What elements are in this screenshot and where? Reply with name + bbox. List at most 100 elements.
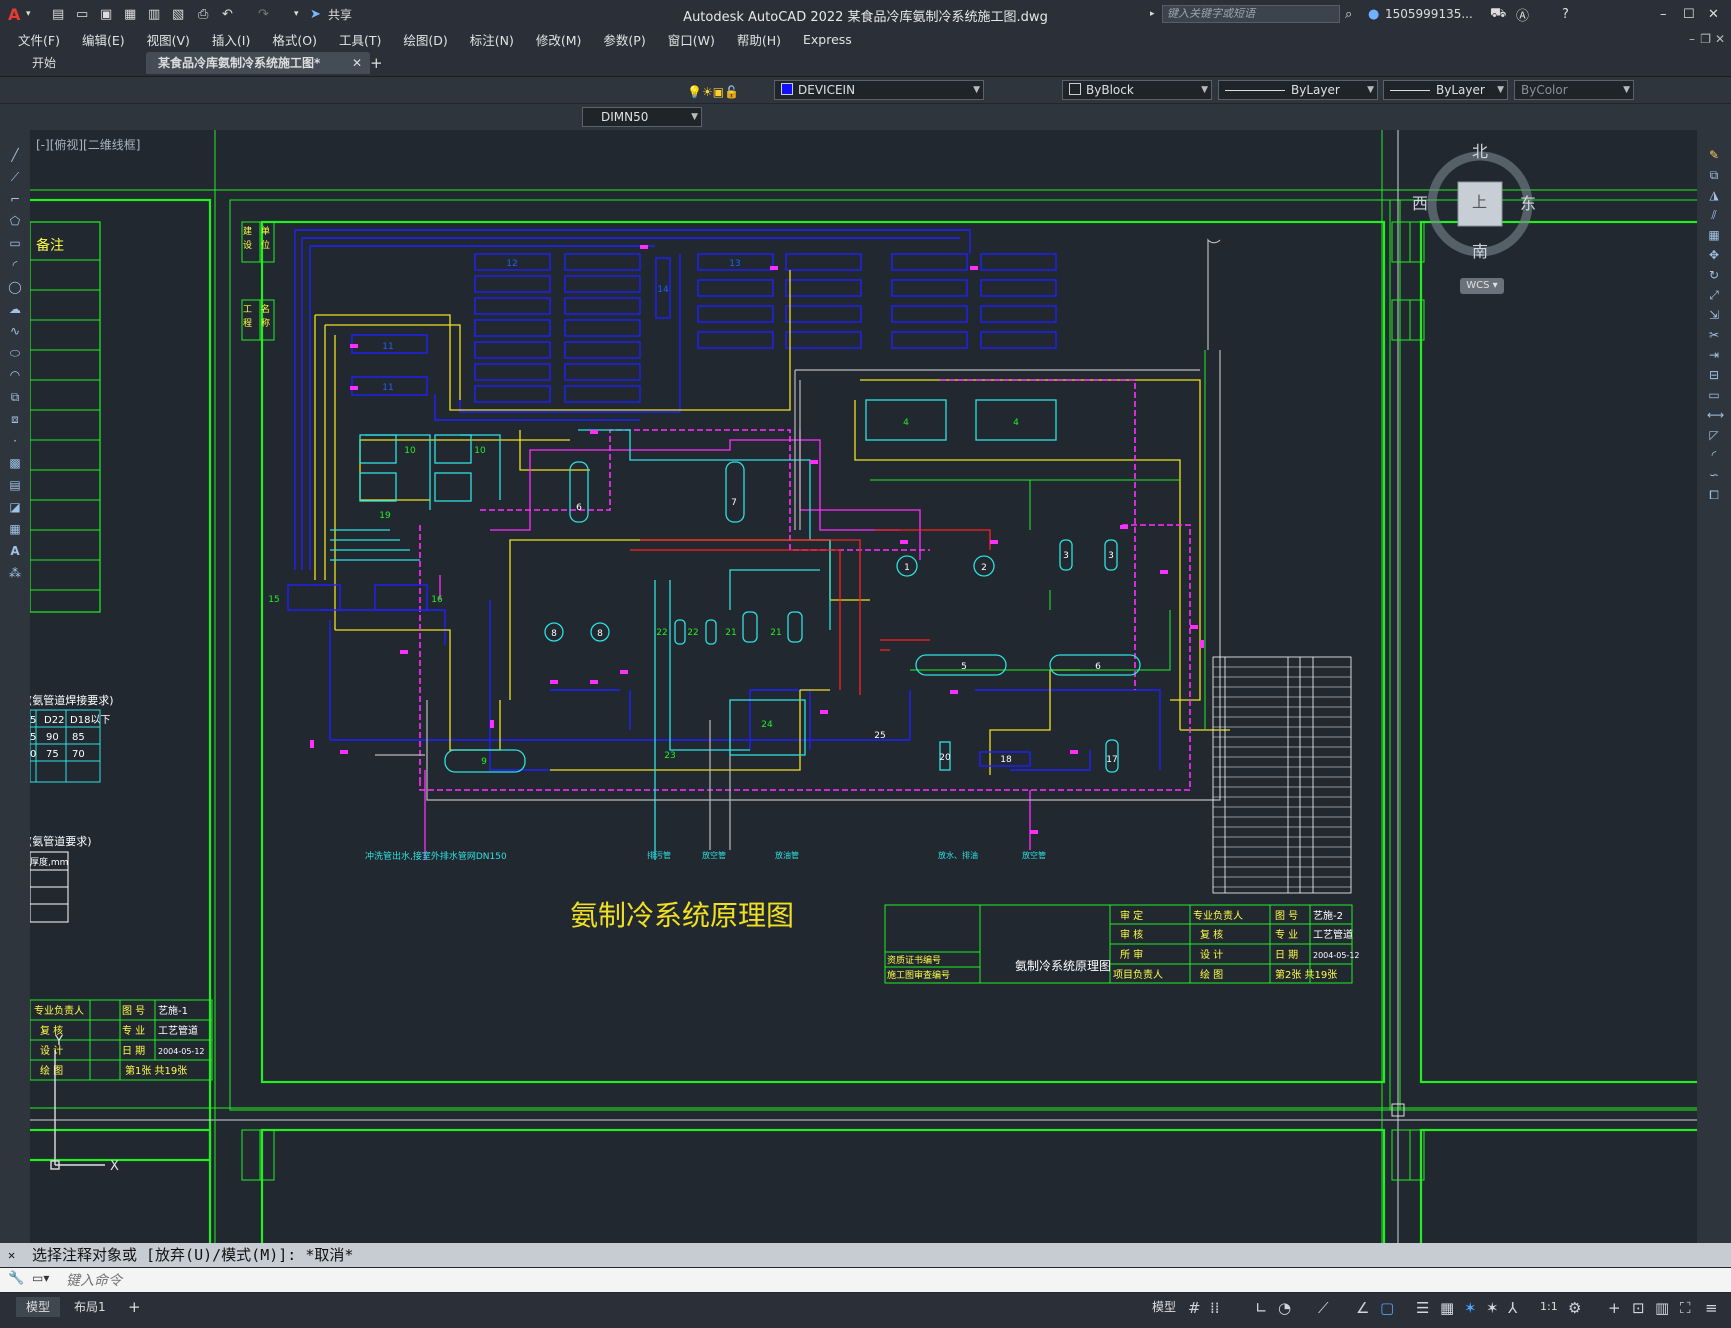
- polar-icon[interactable]: ◔: [1278, 1299, 1291, 1317]
- viewcube-east[interactable]: 东: [1520, 190, 1536, 214]
- line-tool-icon[interactable]: ╱: [8, 148, 22, 162]
- minimize-icon[interactable]: –: [1660, 4, 1667, 24]
- print-icon[interactable]: ⎙: [198, 4, 208, 24]
- extend-icon[interactable]: ⇥: [1707, 348, 1721, 362]
- break-icon[interactable]: ⊟: [1707, 368, 1721, 382]
- hatch-icon[interactable]: ▩: [8, 456, 22, 470]
- menu-draw[interactable]: 绘图(D): [392, 30, 458, 49]
- blend-icon[interactable]: ∽: [1707, 468, 1721, 482]
- user-icon[interactable]: ●: [1368, 4, 1379, 24]
- insert-block-icon[interactable]: ⧉: [8, 390, 22, 404]
- search-icon[interactable]: ⌕: [1345, 4, 1352, 24]
- share-icon[interactable]: ➤: [310, 4, 321, 24]
- ortho-icon[interactable]: ∟: [1255, 1299, 1268, 1317]
- color-dropdown[interactable]: ByBlock ▼: [1062, 80, 1212, 100]
- copy-icon[interactable]: ⧉: [1707, 168, 1721, 182]
- revcloud-icon[interactable]: ☁: [8, 302, 22, 316]
- new-file-icon[interactable]: ▤: [52, 4, 64, 24]
- annotation-scale-value[interactable]: 1:1: [1530, 1297, 1568, 1317]
- viewcube-west[interactable]: 西: [1412, 190, 1428, 214]
- array-icon[interactable]: ▦: [1707, 228, 1721, 242]
- undo-icon[interactable]: ↶: [222, 4, 233, 24]
- quick-properties-icon[interactable]: ▥: [1655, 1299, 1669, 1317]
- menu-file[interactable]: 文件(F): [0, 30, 71, 49]
- annotation-monitor-icon[interactable]: +: [1608, 1299, 1621, 1317]
- mtext-icon[interactable]: A: [8, 544, 22, 558]
- publish-icon[interactable]: ▥: [148, 4, 160, 24]
- scale-icon[interactable]: ⤢: [1707, 288, 1721, 302]
- chamfer-icon[interactable]: ◸: [1707, 428, 1721, 442]
- menu-help[interactable]: 帮助(H): [726, 30, 792, 49]
- spline-icon[interactable]: ∿: [8, 324, 22, 338]
- app-menu-chevron-icon[interactable]: ▾: [26, 4, 31, 24]
- table-icon[interactable]: ▦: [8, 522, 22, 536]
- rotate-icon[interactable]: ↻: [1707, 268, 1721, 282]
- save-as-icon[interactable]: ▦: [124, 4, 136, 24]
- lineweight-icon[interactable]: ☰: [1416, 1299, 1429, 1317]
- fillet-icon[interactable]: ◜: [1707, 448, 1721, 462]
- osnap-tracking-icon[interactable]: ∠: [1356, 1299, 1369, 1317]
- model-tab[interactable]: 模型: [16, 1297, 61, 1317]
- osnap-icon[interactable]: ▢: [1380, 1299, 1394, 1317]
- auto-scale-icon[interactable]: ✶: [1486, 1299, 1499, 1317]
- wcs-menu[interactable]: WCS ▾: [1460, 278, 1504, 294]
- model-space-button[interactable]: 模型: [1142, 1297, 1186, 1317]
- grid-icon[interactable]: #: [1188, 1299, 1201, 1317]
- isodraft-icon[interactable]: ⟋: [1318, 1299, 1329, 1317]
- menu-edit[interactable]: 编辑(E): [71, 30, 136, 49]
- cart-icon[interactable]: ⛟: [1490, 4, 1506, 24]
- doc-restore-icon[interactable]: ❐: [1700, 32, 1711, 46]
- share-button[interactable]: 共享: [328, 4, 352, 24]
- stretch-icon[interactable]: ⇲: [1707, 308, 1721, 322]
- annotation-visibility-icon[interactable]: ✶: [1464, 1299, 1477, 1317]
- gradient-icon[interactable]: ▤: [8, 478, 22, 492]
- search-input[interactable]: 键入关键字或短语: [1162, 5, 1340, 23]
- lineweight-dropdown[interactable]: ByLayer ▼: [1383, 80, 1508, 100]
- doc-minimize-icon[interactable]: –: [1689, 32, 1695, 46]
- viewcube-south[interactable]: 南: [1472, 238, 1488, 262]
- break-at-point-icon[interactable]: ▭: [1707, 388, 1721, 402]
- autodesk-app-icon[interactable]: Ⓐ: [1516, 4, 1529, 24]
- polyline-icon[interactable]: ⌐: [8, 192, 22, 206]
- workspace-gear-icon[interactable]: ⚙: [1568, 1299, 1581, 1317]
- plot-icon[interactable]: ▧: [172, 4, 184, 24]
- ellipse-icon[interactable]: ⬭: [8, 346, 22, 360]
- menu-view[interactable]: 视图(V): [136, 30, 201, 49]
- open-file-icon[interactable]: ▭: [76, 4, 88, 24]
- plotstyle-dropdown[interactable]: ByColor ▼: [1514, 80, 1634, 100]
- user-account-label[interactable]: 1505999135...: [1385, 4, 1473, 24]
- arc-icon[interactable]: ◜: [8, 258, 22, 272]
- menu-tools[interactable]: 工具(T): [328, 30, 392, 49]
- new-tab-plus-icon[interactable]: +: [358, 52, 395, 74]
- transparency-icon[interactable]: ▦: [1440, 1299, 1454, 1317]
- offset-icon[interactable]: ⫽: [1707, 208, 1721, 222]
- trim-icon[interactable]: ✂: [1707, 328, 1721, 342]
- snap-icon[interactable]: ⁞⁞: [1210, 1299, 1220, 1317]
- customize-wrench-icon[interactable]: 🔧: [8, 1271, 24, 1286]
- viewcube-top-face[interactable]: 上: [1472, 191, 1487, 212]
- close-icon[interactable]: ✕: [1708, 4, 1719, 24]
- menu-parametric[interactable]: 参数(P): [592, 30, 656, 49]
- annotation-scale-icon[interactable]: ⅄: [1508, 1299, 1517, 1317]
- customize-chevron-icon[interactable]: ▾: [294, 4, 299, 24]
- search-expand-icon[interactable]: ▸: [1150, 4, 1155, 24]
- circle-icon[interactable]: ◯: [8, 280, 22, 294]
- viewcube[interactable]: 北 南 东 西 上 WCS ▾: [1410, 134, 1550, 304]
- command-close-icon[interactable]: ✕: [8, 1243, 15, 1267]
- menu-insert[interactable]: 插入(I): [201, 30, 261, 49]
- recent-commands-icon[interactable]: ▭▾: [32, 1271, 49, 1285]
- point-icon[interactable]: ·: [8, 434, 22, 448]
- maximize-icon[interactable]: ☐: [1683, 4, 1695, 24]
- join-icon[interactable]: ⟷: [1707, 408, 1724, 422]
- menu-modify[interactable]: 修改(M): [525, 30, 593, 49]
- construction-line-icon[interactable]: ⟋: [8, 170, 22, 184]
- make-block-icon[interactable]: ⧈: [8, 412, 22, 426]
- mirror-icon[interactable]: ◮: [1707, 188, 1721, 202]
- explode-icon[interactable]: ⧠: [1707, 488, 1721, 502]
- save-icon[interactable]: ▣: [100, 4, 112, 24]
- clean-screen-icon[interactable]: ⛶: [1680, 1299, 1691, 1317]
- doc-close-icon[interactable]: ✕: [1715, 32, 1725, 46]
- ellipse-arc-icon[interactable]: ◠: [8, 368, 22, 382]
- add-selected-icon[interactable]: ⁂: [8, 566, 22, 580]
- tab-start[interactable]: 开始: [20, 52, 154, 74]
